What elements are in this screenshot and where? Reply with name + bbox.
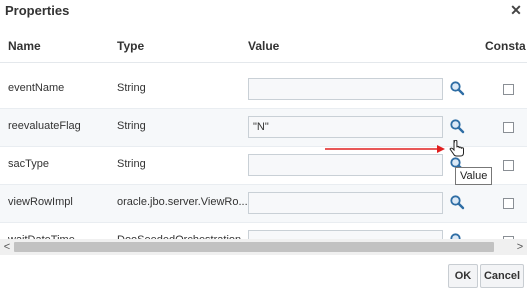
value-input[interactable]: "N" bbox=[248, 116, 443, 138]
cancel-button[interactable]: Cancel bbox=[480, 264, 524, 288]
search-icon[interactable] bbox=[449, 194, 465, 210]
row-name: eventName bbox=[8, 82, 65, 94]
value-input[interactable] bbox=[248, 192, 443, 214]
red-arrow-annotation bbox=[325, 145, 445, 153]
search-icon[interactable] bbox=[449, 118, 465, 134]
row-type: oracle.jbo.server.ViewRo... bbox=[117, 196, 248, 208]
constant-checkbox[interactable] bbox=[503, 122, 514, 133]
value-tooltip: Value bbox=[455, 167, 493, 185]
scroll-thumb[interactable] bbox=[14, 242, 494, 252]
table-row[interactable]: reevaluateFlag String "N" bbox=[0, 109, 527, 147]
scroll-right-arrow[interactable]: > bbox=[513, 239, 527, 255]
dialog-title: Properties bbox=[5, 3, 70, 18]
table-header: Name Type Value Consta bbox=[0, 30, 527, 63]
row-type: String bbox=[117, 120, 146, 132]
row-type: String bbox=[117, 82, 146, 94]
ok-button[interactable]: OK bbox=[448, 264, 478, 288]
value-input[interactable] bbox=[248, 78, 443, 100]
properties-dialog: Properties ✕ Name Type Value Consta even… bbox=[0, 0, 527, 293]
horizontal-scrollbar[interactable]: < > bbox=[0, 239, 527, 255]
row-name: reevaluateFlag bbox=[8, 120, 81, 132]
column-header-type[interactable]: Type bbox=[117, 39, 144, 53]
value-input[interactable] bbox=[248, 154, 443, 176]
scroll-left-arrow[interactable]: < bbox=[0, 239, 14, 255]
row-name: sacType bbox=[8, 158, 49, 170]
table-row[interactable]: viewRowImpl oracle.jbo.server.ViewRo... bbox=[0, 185, 527, 223]
constant-checkbox[interactable] bbox=[503, 198, 514, 209]
search-icon[interactable] bbox=[449, 80, 465, 96]
column-header-value[interactable]: Value bbox=[248, 39, 279, 53]
table-row[interactable]: sacType String bbox=[0, 147, 527, 185]
column-header-constant[interactable]: Consta bbox=[485, 39, 526, 53]
close-icon[interactable]: ✕ bbox=[508, 2, 524, 18]
row-type: String bbox=[117, 158, 146, 170]
row-name: viewRowImpl bbox=[8, 196, 73, 208]
constant-checkbox[interactable] bbox=[503, 84, 514, 95]
hand-cursor-icon bbox=[449, 140, 464, 157]
column-header-name[interactable]: Name bbox=[8, 39, 41, 53]
table-row[interactable]: eventName String bbox=[0, 71, 527, 109]
properties-table: Name Type Value Consta eventName String … bbox=[0, 30, 527, 255]
constant-checkbox[interactable] bbox=[503, 160, 514, 171]
